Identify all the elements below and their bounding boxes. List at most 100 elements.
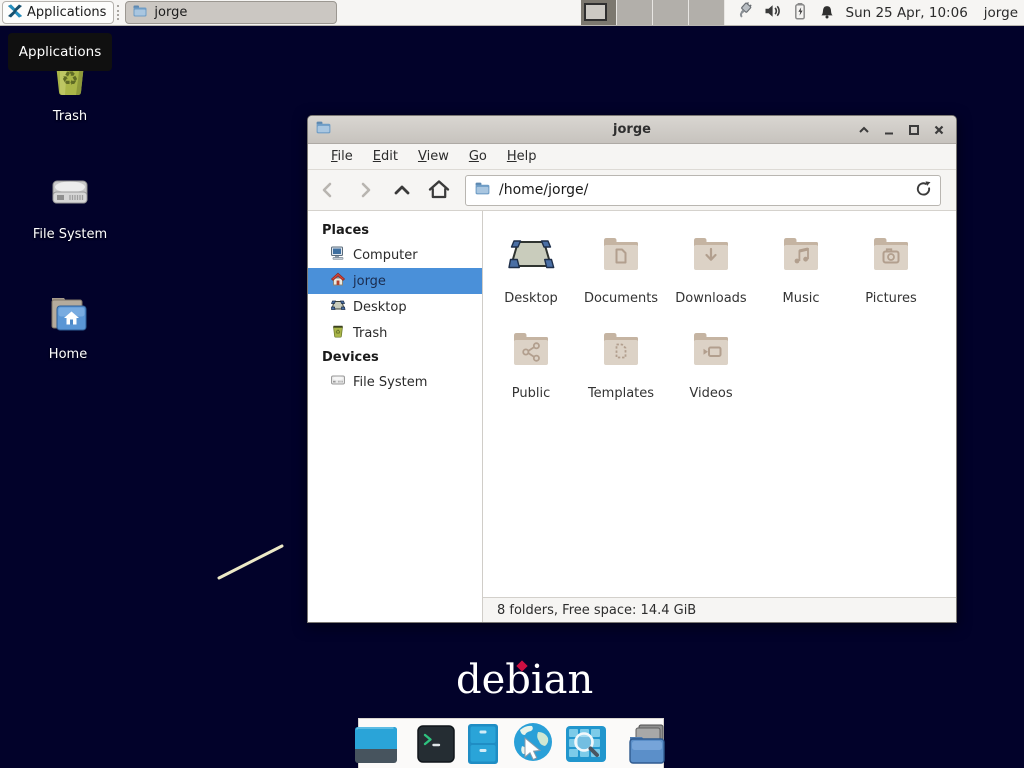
window-body: Places Computer — [308, 211, 956, 622]
dock-panel — [358, 718, 664, 768]
forward-button[interactable] — [348, 175, 382, 205]
file-item-label: Music — [783, 291, 820, 306]
folder-icon — [132, 3, 148, 23]
sidebar-item-file-system[interactable]: File System — [308, 369, 482, 395]
file-item-music[interactable]: Music — [756, 229, 846, 324]
shade-button[interactable] — [856, 122, 872, 138]
network-cable-icon[interactable] — [735, 1, 755, 24]
file-list[interactable]: Desktop Documents — [483, 211, 956, 597]
sidebar-item-label: File System — [353, 375, 427, 390]
pathbar[interactable] — [465, 175, 941, 206]
notifications-bell-icon[interactable] — [818, 2, 836, 24]
sidebar-item-label: Trash — [353, 326, 387, 341]
menu-go[interactable]: Go — [460, 146, 496, 167]
desktop-icon-file-system[interactable]: File System — [22, 168, 118, 242]
close-button[interactable] — [931, 122, 947, 138]
app-finder-launcher[interactable] — [565, 724, 607, 764]
show-desktop-button[interactable] — [354, 723, 398, 765]
file-item-videos[interactable]: Videos — [666, 324, 756, 419]
file-manager-window: jorge File Edit View Go Help — [307, 115, 957, 623]
folder-public-icon — [507, 324, 555, 376]
xfce-menu-icon — [7, 3, 23, 23]
sidebar-item-label: Computer — [353, 248, 418, 263]
file-item-public[interactable]: Public — [486, 324, 576, 419]
battery-icon[interactable] — [791, 2, 809, 24]
panel-handle[interactable] — [117, 5, 123, 20]
user-home-icon — [330, 271, 346, 291]
file-item-desktop[interactable]: Desktop — [486, 229, 576, 324]
minimize-button[interactable] — [881, 122, 897, 138]
window-controls — [856, 122, 956, 138]
workspace-2[interactable] — [617, 0, 653, 25]
file-manager-launcher[interactable] — [465, 723, 501, 765]
sidebar-item-label: jorge — [353, 274, 386, 289]
web-browser-launcher[interactable] — [510, 722, 556, 766]
titlebar[interactable]: jorge — [308, 116, 956, 144]
folder-documents-icon — [597, 229, 645, 281]
file-item-label: Templates — [588, 386, 654, 401]
back-button[interactable] — [311, 175, 345, 205]
menu-edit[interactable]: Edit — [364, 146, 407, 167]
folder-videos-icon — [687, 324, 735, 376]
taskbar-window-button[interactable]: jorge — [125, 1, 337, 24]
desktop-icon — [507, 229, 555, 281]
sidebar-item-label: Desktop — [353, 300, 407, 315]
file-item-templates[interactable]: Templates — [576, 324, 666, 419]
desktop-icon-home[interactable]: Home — [20, 288, 116, 362]
home-button[interactable] — [422, 175, 456, 205]
maximize-button[interactable] — [906, 122, 922, 138]
statusbar: 8 folders, Free space: 14.4 GiB — [483, 597, 956, 622]
system-tray — [735, 1, 836, 24]
up-button[interactable] — [385, 175, 419, 205]
debian-logo: debian — [456, 660, 593, 700]
menubar: File Edit View Go Help — [308, 144, 956, 170]
stray-line-artifact — [210, 538, 300, 593]
computer-icon — [330, 245, 346, 265]
pathbar-folder-icon — [474, 180, 491, 201]
top-panel: Applications jorge — [0, 0, 1024, 26]
toolbar — [308, 170, 956, 211]
sidebar-item-jorge[interactable]: jorge — [308, 268, 482, 294]
workspace-switcher — [581, 0, 725, 25]
trash-icon: ♻ — [330, 323, 346, 343]
folder-music-icon — [777, 229, 825, 281]
desktop: { "panel": { "applications_button": { "l… — [0, 0, 1024, 768]
taskbar-window-label: jorge — [154, 5, 187, 20]
desktop-icon-label: Trash — [53, 109, 87, 124]
directory-menu-launcher[interactable] — [625, 723, 669, 765]
applications-tooltip: Applications — [8, 33, 112, 71]
file-item-label: Public — [512, 386, 550, 401]
volume-icon[interactable] — [764, 2, 782, 24]
sidebar-item-trash[interactable]: ♻ Trash — [308, 320, 482, 346]
folder-pictures-icon — [867, 229, 915, 281]
sidebar-header-devices: Devices — [308, 346, 482, 369]
statusbar-text: 8 folders, Free space: 14.4 GiB — [497, 603, 696, 618]
home-folder-icon — [44, 288, 92, 340]
desktop-icon-label: Home — [49, 347, 87, 362]
terminal-launcher[interactable] — [416, 724, 456, 764]
sidebar-item-desktop[interactable]: Desktop — [308, 294, 482, 320]
workspace-1[interactable] — [581, 0, 617, 25]
file-item-pictures[interactable]: Pictures — [846, 229, 936, 324]
sidebar-header-places: Places — [308, 219, 482, 242]
workspace-4[interactable] — [689, 0, 725, 25]
desktop-icon-label: File System — [33, 227, 107, 242]
file-item-label: Videos — [689, 386, 732, 401]
reload-icon[interactable] — [915, 180, 932, 201]
file-item-downloads[interactable]: Downloads — [666, 229, 756, 324]
menu-file[interactable]: File — [322, 146, 362, 167]
file-item-label: Pictures — [865, 291, 916, 306]
file-item-documents[interactable]: Documents — [576, 229, 666, 324]
workspace-window-preview — [584, 3, 607, 21]
menu-view[interactable]: View — [409, 146, 458, 167]
path-input[interactable] — [499, 182, 907, 198]
file-item-label: Downloads — [675, 291, 746, 306]
file-item-label: Desktop — [504, 291, 558, 306]
folder-templates-icon — [597, 324, 645, 376]
clock[interactable]: Sun 25 Apr, 10:06 — [846, 5, 968, 21]
menu-help[interactable]: Help — [498, 146, 546, 167]
svg-text:♻: ♻ — [61, 68, 78, 90]
applications-menu-button[interactable]: Applications — [2, 1, 114, 24]
workspace-3[interactable] — [653, 0, 689, 25]
sidebar-item-computer[interactable]: Computer — [308, 242, 482, 268]
